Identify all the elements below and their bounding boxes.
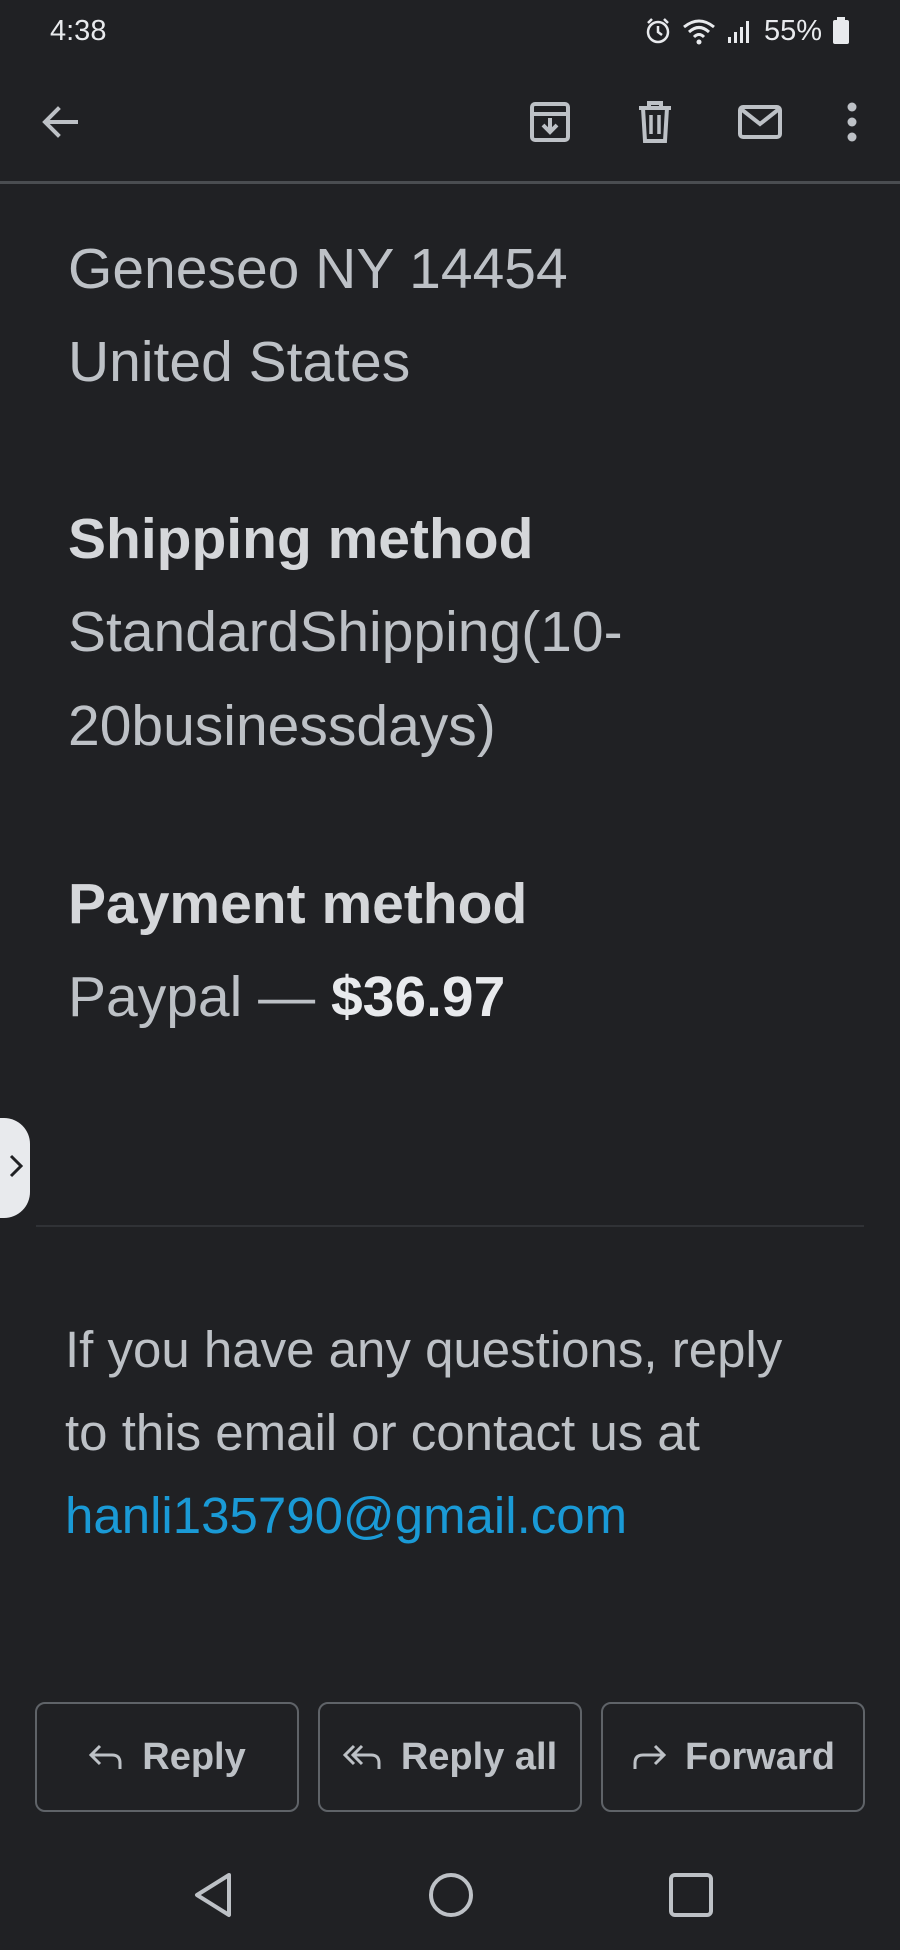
contact-email-link[interactable]: hanli135790@gmail.com [65,1486,627,1545]
wifi-icon [682,17,716,45]
email-toolbar [0,62,900,182]
forward-button[interactable]: Forward [601,1702,865,1812]
archive-icon[interactable] [520,92,580,152]
reply-all-button[interactable]: Reply all [318,1702,582,1812]
battery-level: 55% [763,14,822,47]
forward-label: Forward [685,1735,835,1778]
forward-icon [631,1742,667,1772]
content-divider [36,1225,864,1227]
status-time: 4:38 [50,14,107,47]
nav-home-icon[interactable] [421,1865,481,1925]
nav-recents-icon[interactable] [661,1865,721,1925]
shipping-method-line1: StandardShipping(10- [68,600,623,664]
side-panel-handle[interactable] [0,1118,30,1218]
nav-back-icon[interactable] [183,1865,243,1925]
contact-text-line1: If you have any questions, reply [65,1321,783,1378]
delete-icon[interactable] [625,92,685,152]
contact-text-line2: to this email or contact us at [65,1404,700,1461]
reply-all-label: Reply all [400,1735,558,1778]
battery-icon [832,17,850,45]
status-icons: 55% [644,15,850,48]
reply-all-icon [342,1742,383,1772]
reply-button[interactable]: Reply [35,1702,299,1812]
payment-method-name: Paypal — [68,965,331,1029]
address-city: Geneseo NY 14454 [68,237,568,301]
alarm-icon [644,17,672,45]
signal-icon [726,17,754,45]
shipping-method-line2: 20businessdays) [68,694,496,758]
mark-unread-icon[interactable] [730,92,790,152]
status-bar: 4:38 55% [0,0,900,62]
address-line-partial: 205 [68,184,163,194]
reply-label: Reply [142,1735,246,1778]
email-body: 205 Geneseo NY 14454 United States Shipp… [0,184,900,1684]
shipping-method-heading: Shipping method [68,507,534,571]
more-options-icon[interactable] [822,92,882,152]
chevron-right-icon [8,1153,24,1184]
email-screen: 4:38 55% Geneseo NY 14454 United States … [0,0,900,1950]
email-actions: Reply Reply all Forward [35,1702,865,1812]
back-arrow-icon[interactable] [30,92,90,152]
payment-method-heading: Payment method [68,872,528,936]
reply-icon [88,1742,124,1772]
system-nav-bar [0,1840,900,1950]
payment-method-value: Paypal — $36.97 [68,964,505,1030]
payment-amount: $36.97 [330,965,506,1029]
address-country: United States [68,330,411,394]
